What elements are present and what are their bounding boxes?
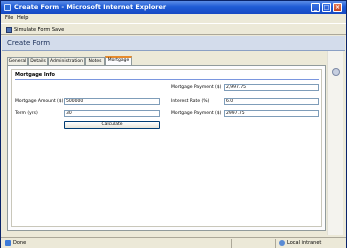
section-divider	[15, 79, 319, 80]
tab-general[interactable]: General	[7, 57, 28, 65]
tab-administration[interactable]: Administration	[48, 57, 85, 65]
term-field[interactable]: 30	[64, 110, 160, 117]
browser-window: Create Form - Microsoft Internet Explore…	[0, 0, 347, 248]
calculate-button[interactable]: Calculate	[64, 121, 160, 129]
tab-general-label: General	[8, 59, 27, 64]
mortgage-info-section: Mortgage Info Mortgage Payment ($) 2,997…	[11, 69, 322, 227]
status-text: Done	[13, 240, 27, 246]
tab-notes[interactable]: Notes	[85, 57, 105, 65]
ie-icon	[4, 4, 11, 11]
mortgage-amount-label: Mortgage Amount ($)	[15, 99, 64, 104]
mortgage-payment-bottom-label: Mortgage Payment ($)	[171, 111, 222, 116]
tab-administration-label: Administration	[50, 59, 83, 64]
tab-notes-label: Notes	[88, 59, 102, 64]
term-label: Term (yrs)	[15, 111, 38, 116]
status-divider	[275, 239, 276, 248]
interest-rate-field[interactable]: 6.0	[224, 98, 319, 105]
menu-file[interactable]: File	[5, 15, 13, 21]
window-title: Create Form - Microsoft Internet Explore…	[14, 3, 167, 11]
tab-panel: Mortgage Info Mortgage Payment ($) 2,997…	[7, 65, 326, 231]
minimize-button[interactable]: _	[311, 3, 320, 12]
toolbar: Simulate Form Save	[1, 23, 346, 35]
content-area: General Details Administration Notes Mor…	[2, 51, 345, 235]
intranet-zone-icon	[279, 240, 285, 246]
simulate-form-save-button[interactable]: Simulate Form Save	[14, 27, 64, 33]
form-header: Create Form	[2, 36, 345, 51]
mortgage-amount-field[interactable]: 500000	[64, 98, 160, 105]
menu-bar: File Help	[1, 14, 346, 23]
mortgage-payment-bottom-field[interactable]: 2997.75	[224, 110, 319, 117]
scroll-thumb[interactable]	[332, 68, 340, 76]
status-divider	[231, 239, 232, 248]
form-title: Create Form	[7, 39, 51, 47]
page-done-icon	[5, 240, 11, 246]
title-bar[interactable]: Create Form - Microsoft Internet Explore…	[1, 1, 346, 14]
maximize-button[interactable]: □	[322, 3, 331, 12]
tab-details-label: Details	[30, 59, 46, 64]
vertical-scrollbar[interactable]	[327, 51, 343, 235]
mortgage-payment-top-field[interactable]: 2,997.75	[224, 84, 319, 91]
menu-help[interactable]: Help	[17, 15, 28, 21]
interest-rate-label: Interest Rate (%)	[171, 99, 210, 104]
close-button[interactable]: ×	[333, 3, 342, 12]
mortgage-payment-top-label: Mortgage Payment ($)	[171, 85, 222, 90]
status-bar: Done Local intranet	[1, 237, 346, 248]
security-zone: Local intranet	[287, 240, 322, 246]
tab-details[interactable]: Details	[28, 57, 48, 65]
tab-mortgage[interactable]: Mortgage	[105, 56, 132, 65]
section-title: Mortgage Info	[15, 72, 55, 78]
tab-mortgage-label: Mortgage	[107, 58, 130, 63]
disk-icon[interactable]	[6, 27, 12, 33]
